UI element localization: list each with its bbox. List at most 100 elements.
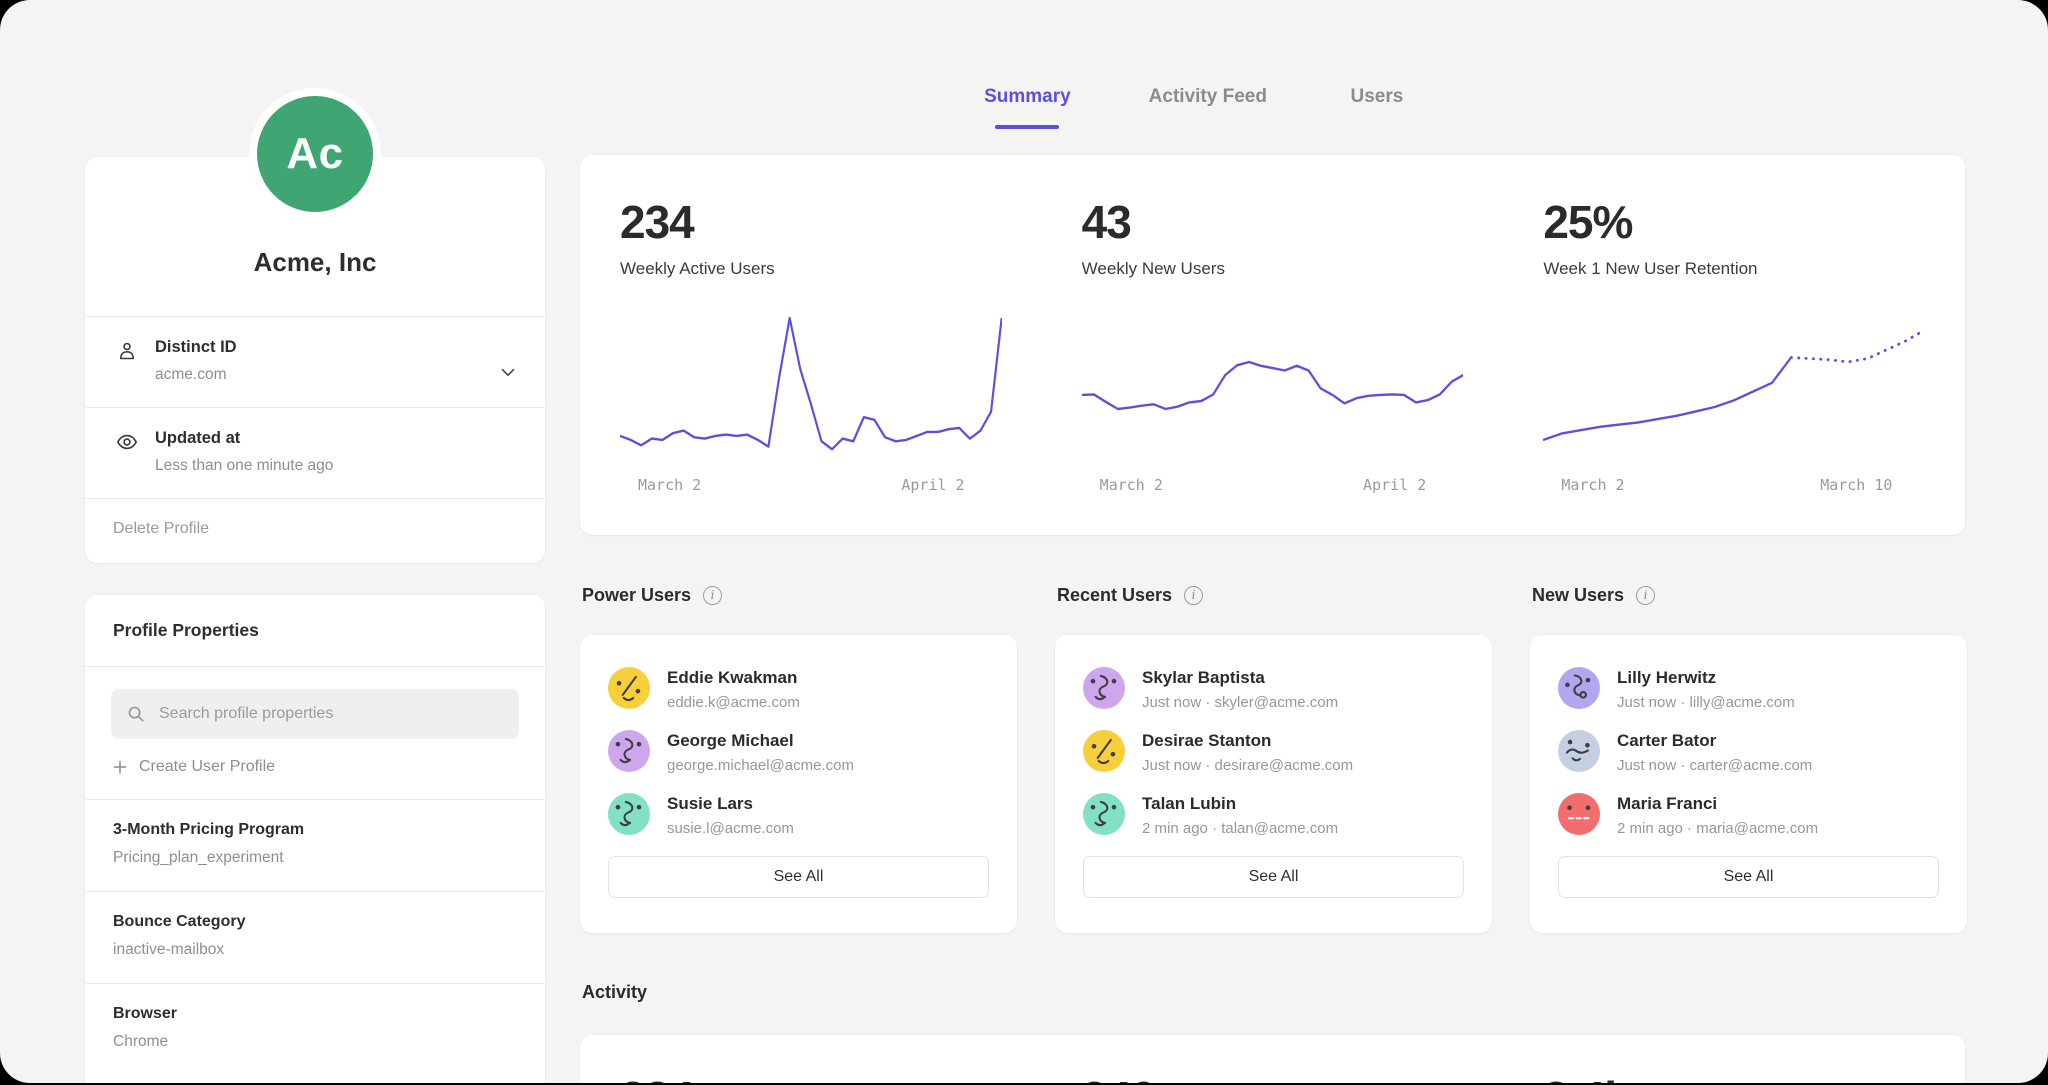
activity-metric: 3.4k xyxy=(1503,1035,1965,1083)
user-row[interactable]: Lilly Herwitz Just now · lilly@acme.com xyxy=(1558,667,1939,711)
weekly-new-users-chart xyxy=(1082,305,1464,470)
user-row[interactable]: Talan Lubin 2 min ago · talan@acme.com xyxy=(1083,793,1464,837)
user-avatar xyxy=(1558,793,1600,835)
user-subtext: Just now · desirare@acme.com xyxy=(1142,757,1353,774)
active-tab-underline xyxy=(995,125,1059,129)
user-subtext: Just now · lilly@acme.com xyxy=(1617,694,1795,711)
eye-icon xyxy=(115,430,139,454)
stat-value: 25% xyxy=(1543,195,1925,249)
person-icon xyxy=(115,339,139,363)
property-name: Bounce Category xyxy=(113,913,517,931)
summary-card: 234 Weekly Active Users March 2 April 2 … xyxy=(580,155,1965,535)
search-input[interactable] xyxy=(157,704,505,724)
user-name: Desirae Stanton xyxy=(1142,730,1353,751)
info-icon[interactable] xyxy=(703,586,722,605)
stat-value: 43 xyxy=(1082,195,1464,249)
user-row[interactable]: Eddie Kwakman eddie.k@acme.com xyxy=(608,667,989,711)
section-title: Power Users xyxy=(582,585,691,606)
profile-properties-card: Profile Properties xyxy=(85,595,545,1083)
metric-week1-retention: 25% Week 1 New User Retention March 2 Ma… xyxy=(1503,155,1965,535)
activity-metric: 234 xyxy=(580,1035,1042,1083)
metric-weekly-active-users: 234 Weekly Active Users March 2 April 2 xyxy=(580,155,1042,535)
x-axis-labels: March 2 April 2 xyxy=(1082,476,1464,500)
user-name: Eddie Kwakman xyxy=(667,667,800,688)
stat-label: Week 1 New User Retention xyxy=(1543,259,1925,279)
new-users-section: New Users Lilly Herwitz Just now · lilly… xyxy=(1530,580,1967,610)
profile-field-distinct-id[interactable]: Distinct ID acme.com xyxy=(85,316,545,407)
user-subtext: susie.l@acme.com xyxy=(667,820,794,837)
new-users-card: Lilly Herwitz Just now · lilly@acme.com … xyxy=(1530,635,1967,933)
user-name: Lilly Herwitz xyxy=(1617,667,1795,688)
activity-stat-value: 240 xyxy=(1082,1071,1464,1083)
profile-field-updated-at[interactable]: Updated at Less than one minute ago xyxy=(85,407,545,498)
create-user-profile-label: Create User Profile xyxy=(139,758,275,776)
user-name: Susie Lars xyxy=(667,793,794,814)
field-label: Updated at xyxy=(155,429,485,448)
week1-retention-chart xyxy=(1543,305,1925,470)
activity-stat-value: 3.4k xyxy=(1543,1071,1925,1083)
tab-bar: Summary Activity Feed Users xyxy=(504,86,1889,129)
see-all-button[interactable]: See All xyxy=(1558,856,1939,898)
stat-value: 234 xyxy=(620,195,1002,249)
company-avatar-initials: Ac xyxy=(286,129,343,179)
user-name: George Michael xyxy=(667,730,854,751)
user-row[interactable]: Carter Bator Just now · carter@acme.com xyxy=(1558,730,1939,774)
field-value: acme.com xyxy=(155,366,485,384)
tab-activity-feed[interactable]: Activity Feed xyxy=(1149,86,1267,129)
see-all-button[interactable]: See All xyxy=(1083,856,1464,898)
property-name: 3-Month Pricing Program xyxy=(113,821,517,839)
company-avatar: Ac xyxy=(249,88,381,220)
metric-weekly-new-users: 43 Weekly New Users March 2 April 2 xyxy=(1042,155,1504,535)
user-avatar xyxy=(608,730,650,772)
property-row[interactable]: 3-Month Pricing Program Pricing_plan_exp… xyxy=(85,799,545,891)
user-subtext: 2 min ago · talan@acme.com xyxy=(1142,820,1338,837)
user-avatar xyxy=(1083,793,1125,835)
user-subtext: Just now · carter@acme.com xyxy=(1617,757,1812,774)
plus-icon xyxy=(111,758,129,776)
user-row[interactable]: George Michael george.michael@acme.com xyxy=(608,730,989,774)
profile-properties-search[interactable] xyxy=(111,689,519,739)
user-name: Carter Bator xyxy=(1617,730,1812,751)
property-value: Chrome xyxy=(113,1033,517,1051)
field-value: Less than one minute ago xyxy=(155,457,485,475)
property-name: Browser xyxy=(113,1005,517,1023)
property-value: inactive-mailbox xyxy=(113,941,517,959)
section-title: Recent Users xyxy=(1057,585,1172,606)
activity-stat-value: 234 xyxy=(620,1071,1002,1083)
stat-label: Weekly New Users xyxy=(1082,259,1464,279)
user-name: Skylar Baptista xyxy=(1142,667,1338,688)
stat-label: Weekly Active Users xyxy=(620,259,1002,279)
user-avatar xyxy=(1558,667,1600,709)
tab-summary[interactable]: Summary xyxy=(984,86,1071,129)
user-subtext: george.michael@acme.com xyxy=(667,757,854,774)
user-subtext: eddie.k@acme.com xyxy=(667,694,800,711)
user-subtext: 2 min ago · maria@acme.com xyxy=(1617,820,1818,837)
user-row[interactable]: Skylar Baptista Just now · skyler@acme.c… xyxy=(1083,667,1464,711)
user-row[interactable]: Desirae Stanton Just now · desirare@acme… xyxy=(1083,730,1464,774)
property-row[interactable]: Browser Chrome xyxy=(85,983,545,1075)
create-user-profile-button[interactable]: Create User Profile xyxy=(85,739,545,799)
property-row[interactable]: Bounce Category inactive-mailbox xyxy=(85,891,545,983)
activity-metric: 240 xyxy=(1042,1035,1504,1083)
power-users-section: Power Users Eddie Kwakman eddie.k@acme.c… xyxy=(580,580,1017,610)
user-avatar xyxy=(1558,730,1600,772)
recent-users-card: Skylar Baptista Just now · skyler@acme.c… xyxy=(1055,635,1492,933)
user-row[interactable]: Maria Franci 2 min ago · maria@acme.com xyxy=(1558,793,1939,837)
property-value: Pricing_plan_experiment xyxy=(113,849,517,867)
user-subtext: Just now · skyler@acme.com xyxy=(1142,694,1338,711)
activity-card: 234 240 3.4k xyxy=(580,1035,1965,1083)
user-name: Talan Lubin xyxy=(1142,793,1338,814)
info-icon[interactable] xyxy=(1636,586,1655,605)
power-users-card: Eddie Kwakman eddie.k@acme.com George Mi… xyxy=(580,635,1017,933)
user-name: Maria Franci xyxy=(1617,793,1818,814)
tab-users[interactable]: Users xyxy=(1345,86,1409,129)
user-row[interactable]: Susie Lars susie.l@acme.com xyxy=(608,793,989,837)
user-avatar xyxy=(608,667,650,709)
search-wrap xyxy=(85,667,545,739)
delete-profile-button[interactable]: Delete Profile xyxy=(85,498,545,563)
section-title: New Users xyxy=(1532,585,1624,606)
see-all-button[interactable]: See All xyxy=(608,856,989,898)
info-icon[interactable] xyxy=(1184,586,1203,605)
weekly-active-users-chart xyxy=(620,305,1002,470)
chevron-down-icon[interactable] xyxy=(497,361,519,383)
